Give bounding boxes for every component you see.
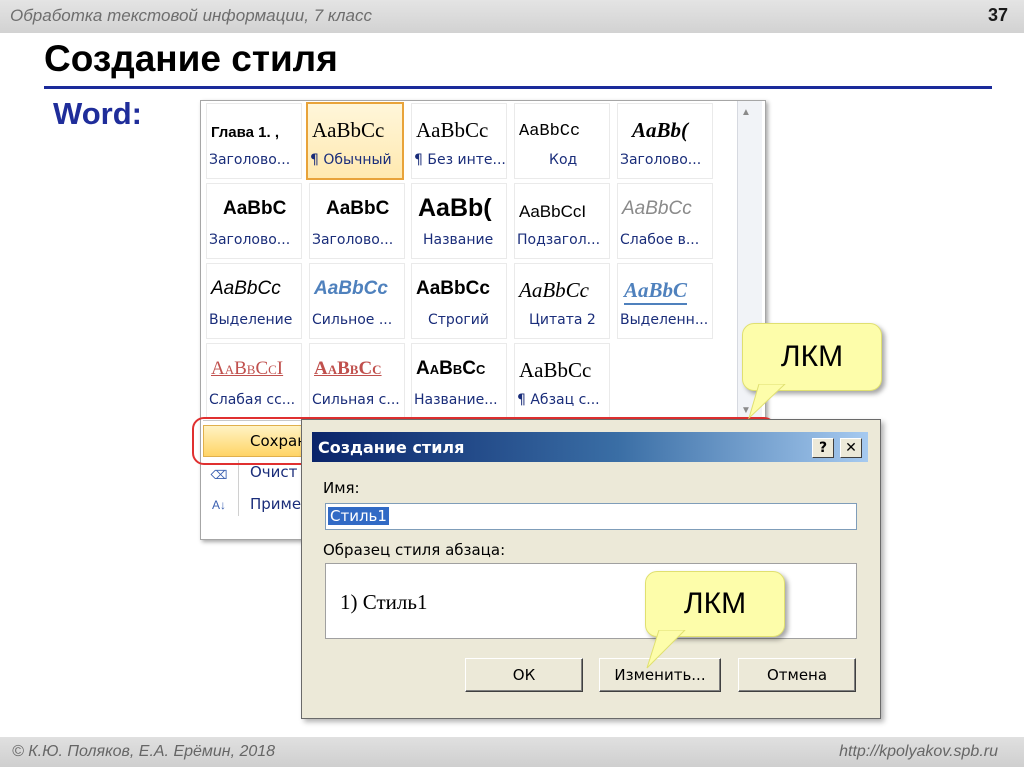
style-sample: AaBbC (624, 278, 688, 305)
style-preview-text: 1) Стиль1 (340, 590, 428, 614)
style-sample: AaBb( (418, 194, 492, 222)
cancel-button[interactable]: Отмена (738, 658, 856, 692)
style-label: Заголово... (209, 152, 291, 168)
style-sample: AaBbCc (416, 278, 490, 299)
close-icon[interactable]: ✕ (840, 438, 862, 458)
command-divider (238, 460, 239, 516)
callout-tail-top (747, 384, 786, 420)
style-label: Выделение (209, 312, 293, 328)
style-sample: AaBbCc (519, 122, 581, 141)
style-label: Выделенн... (620, 312, 709, 328)
style-tile-intense-emphasis[interactable]: AaBbCc Сильное ... (309, 263, 405, 339)
style-sample: AaBbC (223, 198, 287, 219)
callout-lmb-top: ЛКМ (742, 323, 882, 391)
style-sample: AaBbCc (314, 278, 388, 299)
style-tile-subtle-reference[interactable]: AaBbCcI Слабая сс... (206, 343, 302, 419)
style-tile-heading-4[interactable]: AaBbC Заголово... (309, 183, 405, 259)
style-label: Слабое в... (620, 232, 700, 248)
style-label: Заголово... (620, 152, 702, 168)
style-label: Название (423, 232, 494, 248)
style-tile-subtitle[interactable]: AaBbCcI Подзагол... (514, 183, 610, 259)
style-sample: AaBbCc (519, 278, 589, 302)
style-label: Название... (414, 392, 498, 408)
style-tile-subtle-emphasis[interactable]: AaBbCc Слабое в... (617, 183, 713, 259)
style-label: Код (549, 152, 578, 168)
style-label: Цитата 2 (529, 312, 596, 328)
style-tile-emphasis[interactable]: AaBbCc Выделение (206, 263, 302, 339)
style-sample: AaBbCc (211, 278, 281, 299)
style-label: Сильное ... (312, 312, 393, 328)
apply-styles-button[interactable]: Приме (250, 495, 301, 513)
style-sample: AaBbCc (622, 198, 692, 219)
style-sample: AaBbCcI (519, 202, 587, 221)
style-label: ¶ Без инте... (414, 152, 506, 168)
style-tile-intense-reference[interactable]: AaBbCc Сильная с... (309, 343, 405, 419)
page-number: 37 (987, 5, 1008, 25)
style-name-input[interactable] (325, 503, 857, 530)
style-label: ¶ Абзац с... (517, 392, 600, 408)
style-sample: AaBbCc (519, 358, 592, 382)
style-label: Заголово... (312, 232, 394, 248)
slide-topic: Обработка текстовой информации, 7 класс (10, 6, 372, 25)
apply-styles-icon: A↓ (211, 498, 226, 512)
dialog-title: Создание стиля (318, 438, 465, 457)
style-tile-title[interactable]: AaBb( Название (411, 183, 507, 259)
style-label: Заголово... (209, 232, 291, 248)
style-tile-quote[interactable]: AaBbCc Цитата 2 (514, 263, 610, 339)
app-label: Word: (53, 96, 142, 131)
style-name-value: Стиль1 (328, 507, 389, 525)
style-tile-intense-quote[interactable]: AaBbC Выделенн... (617, 263, 713, 339)
style-sample: AaBb( (632, 118, 689, 142)
footer-url[interactable]: http://kpolyakov.spb.ru (839, 743, 998, 761)
style-tile-no-spacing[interactable]: AaBbCc ¶ Без инте... (411, 103, 507, 179)
triangle-up-icon[interactable]: ▲ (741, 107, 751, 118)
style-label: ¶ Обычный (310, 152, 392, 168)
ok-button[interactable]: ОК (465, 658, 583, 692)
style-sample: AaBbCc (416, 118, 489, 142)
title-divider (44, 86, 992, 89)
style-tile-list-paragraph[interactable]: AaBbCc ¶ Абзац с... (514, 343, 610, 419)
style-tile-heading-3[interactable]: AaBbC Заголово... (206, 183, 302, 259)
style-tile-book-title[interactable]: AaBbCc Название... (411, 343, 507, 419)
style-tile-heading-2[interactable]: AaBb( Заголово... (617, 103, 713, 179)
callout-tail-bottom (646, 630, 686, 669)
style-tile-normal[interactable]: AaBbCc ¶ Обычный (306, 102, 404, 180)
eraser-icon: ⌫ (210, 468, 228, 482)
style-label: Слабая сс... (209, 392, 296, 408)
style-sample: AaBbC (326, 198, 390, 219)
slide-title: Создание стиля (44, 38, 338, 79)
clear-formatting-button[interactable]: Очист (250, 463, 297, 481)
style-sample: AaBbCc (314, 358, 382, 379)
style-tile-strong[interactable]: AaBbCc Строгий (411, 263, 507, 339)
style-sample: Глава 1. , (211, 124, 280, 141)
style-label: Подзагол... (517, 232, 601, 248)
style-tile-code[interactable]: AaBbCc Код (514, 103, 610, 179)
name-label: Имя: (323, 479, 360, 497)
footer-authors: © К.Ю. Поляков, Е.А. Ерёмин, 2018 (12, 743, 276, 760)
callout-lmb-bottom: ЛКМ (645, 571, 785, 637)
preview-label: Образец стиля абзаца: (323, 541, 506, 559)
style-sample: AaBbCc (416, 358, 486, 379)
style-sample: AaBbCc (312, 118, 385, 142)
help-button[interactable]: ? (812, 438, 834, 458)
style-label: Сильная с... (312, 392, 400, 408)
style-label: Строгий (428, 312, 489, 328)
style-tile-heading-1[interactable]: Глава 1. , Заголово... (206, 103, 302, 179)
style-sample: AaBbCcI (211, 358, 284, 379)
